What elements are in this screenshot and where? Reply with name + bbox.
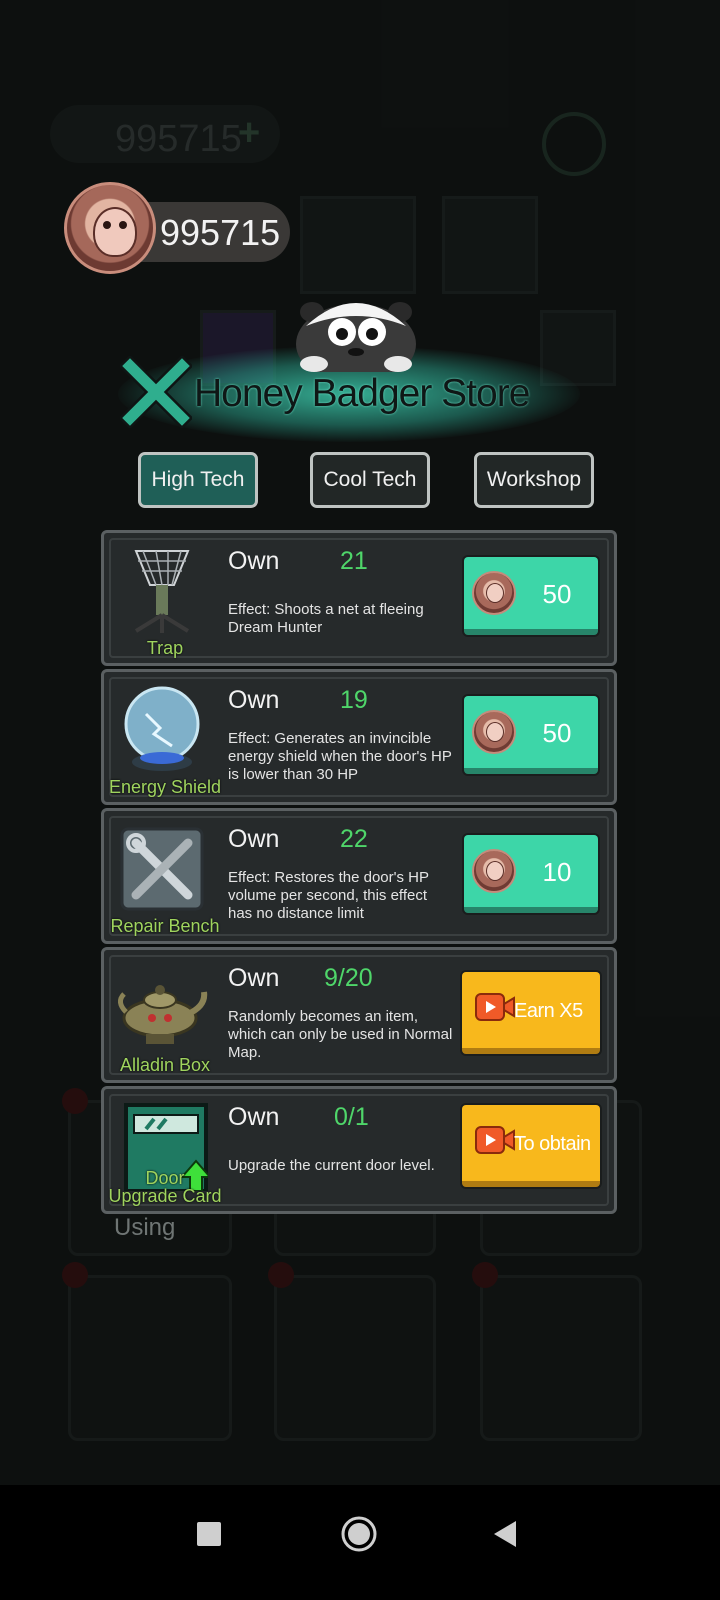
net-trap-icon [134,550,190,633]
item-effect: Effect: Generates an invincible energy s… [228,730,452,783]
price: 50 [542,579,572,609]
honey-badger-mascot-icon [296,302,416,372]
item-name-line2: Upgrade Card [108,1186,222,1206]
coin-balance: 995715 [160,212,281,253]
tab-cool-tech[interactable]: Cool Tech [310,452,430,508]
to-obtain-button[interactable]: To obtain [462,1105,600,1187]
badger-coin-icon [64,182,156,274]
earn-x5-label: Earn X5 [514,1000,583,1022]
item-effect: Randomly becomes an item, which can only… [228,1008,453,1061]
earn-x5-button[interactable]: Earn X5 [462,972,600,1054]
own-count: 21 [340,547,368,575]
buy-repair-bench-button[interactable]: 10 [464,835,598,913]
item-name: Trap [146,638,184,658]
store-title: Honey Badger Store [194,372,530,415]
store-item-energy-shield: Energy Shield Own 19 Effect: Generates a… [101,669,617,805]
badger-coin-icon [472,571,516,615]
home-icon[interactable] [340,1515,378,1553]
back-icon[interactable] [492,1519,518,1549]
price: 10 [542,857,572,887]
recent-apps-icon[interactable] [196,1521,222,1547]
background-using-label: Using [114,1214,176,1241]
badger-coin-icon [472,849,516,893]
repair-bench-icon [120,827,204,911]
own-count: 0/1 [334,1103,369,1131]
own-label: Own [228,825,280,853]
own-count: 22 [340,825,368,853]
video-camera-icon [475,993,515,1021]
tab-high-tech[interactable]: High Tech [138,452,258,508]
item-name: Repair Bench [110,916,220,936]
own-count: 19 [340,686,368,714]
own-label: Own [228,547,280,575]
item-name: Energy Shield [108,777,222,797]
own-label: Own [228,686,280,714]
buy-trap-button[interactable]: 50 [464,557,598,635]
own-label: Own [228,964,280,992]
item-name: Alladin Box [119,1055,211,1075]
item-effect: Upgrade the current door level. [228,1157,435,1174]
item-effect: Effect: Restores the door's HP volume pe… [228,869,429,922]
video-camera-icon [475,1126,515,1154]
to-obtain-label: To obtain [514,1133,591,1155]
own-count: 9/20 [324,964,373,992]
own-label: Own [228,1103,280,1131]
buy-energy-shield-button[interactable]: 50 [464,696,598,774]
store-item-repair-bench: Repair Bench Own 22 Effect: Restores the… [101,808,617,944]
close-x-icon[interactable] [120,356,192,428]
store-item-door-upgrade-card: Door Upgrade Card Own 0/1 Upgrade the cu… [101,1086,617,1214]
tab-workshop[interactable]: Workshop [474,452,594,508]
item-name-line1: Door [145,1168,185,1188]
price: 50 [542,718,572,748]
system-nav-bar [0,1485,720,1600]
store-item-alladin-box: Alladin Box Own 9/20 Randomly becomes an… [101,947,617,1083]
item-effect: Effect: Shoots a net at fleeing Dream Hu… [228,601,424,636]
energy-shield-icon [124,686,200,771]
store-item-trap: Trap Own 21 Effect: Shoots a net at flee… [101,530,617,666]
badger-coin-icon [472,710,516,754]
magic-lamp-icon [118,985,208,1044]
